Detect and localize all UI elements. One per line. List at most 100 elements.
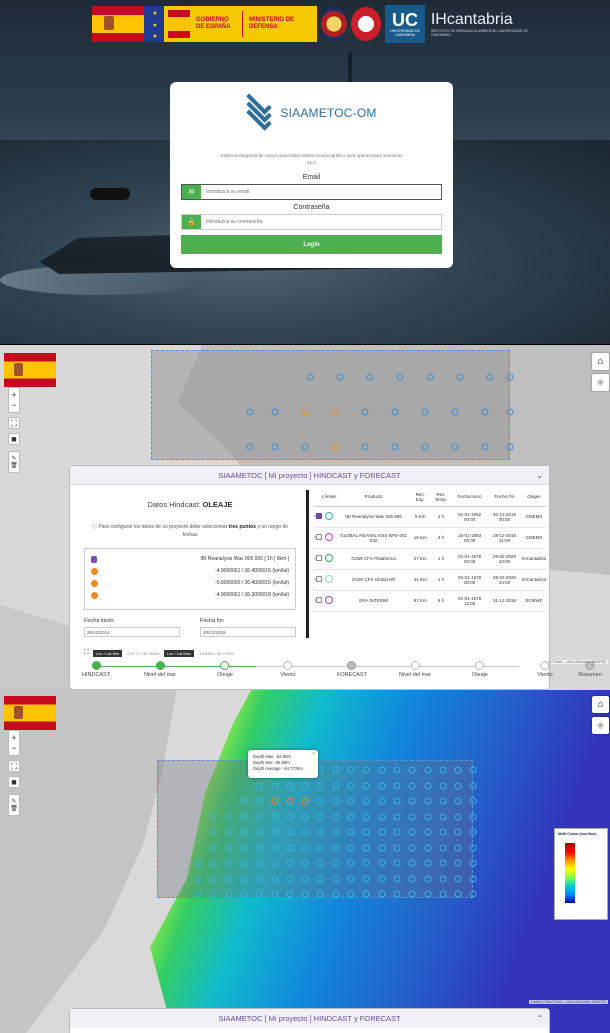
grid-point[interactable] [225, 875, 233, 882]
grid-point[interactable] [378, 875, 386, 882]
grid-point[interactable] [194, 890, 202, 898]
grid-point[interactable] [393, 890, 401, 898]
grid-point[interactable] [424, 813, 431, 820]
grid-point[interactable] [362, 766, 370, 774]
grid-point[interactable] [469, 875, 477, 882]
grid-point[interactable] [347, 890, 355, 898]
grid-point[interactable] [316, 828, 324, 836]
grid-point[interactable] [240, 859, 248, 867]
grid-point[interactable] [271, 443, 279, 451]
grid-point[interactable] [209, 890, 217, 898]
grid-point[interactable] [396, 373, 404, 381]
grid-point[interactable] [378, 828, 386, 836]
grid-point[interactable] [347, 859, 355, 867]
grid-point[interactable] [240, 844, 248, 851]
grid-point[interactable] [347, 828, 355, 836]
grid-point[interactable] [469, 828, 477, 836]
grid-point[interactable] [426, 373, 434, 381]
grid-point[interactable] [332, 797, 340, 805]
grid-point[interactable] [286, 828, 294, 836]
grid-point[interactable] [469, 797, 477, 805]
grid-point[interactable] [393, 828, 401, 836]
row-checkbox[interactable] [316, 576, 322, 582]
grid-point[interactable] [469, 782, 477, 789]
grid-point[interactable] [225, 844, 233, 851]
column-divider[interactable] [306, 490, 309, 638]
login-button[interactable]: Login [181, 235, 442, 254]
edit-icon[interactable]: ✎ [11, 455, 16, 462]
grid-point[interactable] [240, 890, 248, 898]
grid-point[interactable] [408, 890, 416, 898]
grid-point[interactable] [332, 813, 340, 820]
grid-point[interactable] [439, 844, 447, 851]
grid-point[interactable] [362, 875, 370, 882]
chevron-down-icon[interactable]: ⌄ [536, 466, 543, 485]
grid-point[interactable] [255, 875, 263, 882]
grid-point[interactable] [362, 828, 370, 836]
grid-point[interactable] [469, 813, 477, 820]
grid-point[interactable] [347, 782, 355, 789]
step-forecast[interactable]: FORECAST [337, 661, 367, 678]
table-row[interactable]: › ERA INTERIM 87 Km 6 h 01-01-1979 12:00 31-1… [314, 590, 546, 612]
grid-point[interactable] [271, 828, 278, 836]
grid-point[interactable] [424, 844, 431, 851]
grid-point[interactable] [454, 890, 462, 898]
grid-point[interactable] [408, 875, 416, 882]
grid-point[interactable] [421, 408, 429, 416]
grid-point[interactable] [391, 408, 399, 416]
end-date-input[interactable]: 30/12/2019 [200, 627, 296, 637]
grid-point[interactable] [301, 828, 309, 836]
layers-button[interactable]: ◈ [592, 717, 609, 734]
trash-icon[interactable]: 🗑 [10, 805, 18, 812]
grid-point[interactable] [316, 813, 324, 820]
grid-point[interactable] [378, 844, 386, 851]
grid-point[interactable] [255, 813, 263, 820]
grid-point[interactable] [469, 859, 477, 867]
grid-point[interactable] [336, 373, 344, 381]
table-row[interactable]: › GOW CFS Global HR 41 Km 1 h 01-01-1979 00:… [314, 569, 546, 591]
step-nivel-del-mar[interactable]: Nivel del mar [144, 661, 176, 678]
grid-point[interactable] [240, 813, 248, 820]
grid-point[interactable] [271, 875, 278, 882]
grid-point[interactable] [286, 782, 294, 789]
grid-point[interactable] [378, 859, 386, 867]
grid-point[interactable] [393, 875, 401, 882]
grid-point[interactable] [454, 766, 462, 774]
grid-point[interactable] [439, 782, 447, 789]
edit-icon[interactable]: ✎ [11, 798, 16, 805]
selected-grid-point[interactable] [301, 797, 309, 805]
grid-point[interactable] [469, 766, 477, 774]
grid-point[interactable] [451, 408, 459, 416]
grid-point[interactable] [454, 828, 462, 836]
grid-point[interactable] [439, 813, 447, 820]
grid-point[interactable] [209, 844, 217, 851]
grid-point[interactable] [391, 443, 399, 451]
zoom-in-button[interactable]: + [11, 733, 16, 743]
grid-point[interactable] [451, 443, 459, 451]
grid-point[interactable] [225, 828, 233, 836]
grid-point[interactable] [255, 797, 263, 805]
grid-point[interactable] [361, 408, 369, 416]
grid-point[interactable] [209, 859, 217, 867]
grid-point[interactable] [301, 813, 309, 820]
fullscreen-button[interactable]: ⛶ [8, 760, 20, 772]
grid-point[interactable] [506, 373, 514, 381]
grid-point[interactable] [408, 766, 416, 774]
grid-point[interactable] [347, 844, 355, 851]
grid-point[interactable] [347, 875, 355, 882]
grid-point[interactable] [306, 373, 314, 381]
grid-point[interactable] [255, 828, 263, 836]
grid-point[interactable] [316, 875, 324, 882]
grid-point[interactable] [454, 813, 462, 820]
grid-point[interactable] [301, 859, 309, 867]
grid-point[interactable] [456, 373, 464, 381]
grid-point[interactable] [408, 859, 416, 867]
grid-point[interactable] [240, 875, 248, 882]
step-resumen[interactable]: Resumen [578, 661, 602, 678]
step-oleaje[interactable]: Oleaje [217, 661, 233, 678]
draw-rectangle-button[interactable]: ■ [8, 776, 20, 788]
zoom-out-button[interactable]: − [11, 400, 16, 410]
grid-point[interactable] [378, 797, 386, 805]
grid-point[interactable] [421, 443, 429, 451]
grid-point[interactable] [316, 797, 324, 805]
